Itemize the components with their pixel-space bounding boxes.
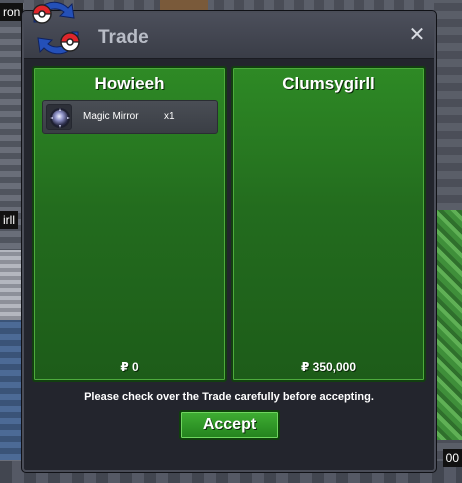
close-button[interactable]: ✕ (408, 25, 426, 45)
trade-notice: Please check over the Trade carefully be… (84, 391, 374, 403)
item-quantity: x1 (164, 111, 175, 122)
partner-player-name: Clumsygirll (282, 74, 375, 93)
item-name: Magic Mirror (83, 111, 139, 122)
partner-money-offer: ₽ 350,000 (300, 360, 357, 374)
trade-arrows-icon (28, 0, 84, 56)
title-bar[interactable]: Trade ✕ (24, 13, 434, 59)
my-offer-panel: Howieeh Magic Mirror x1 ₽ 0 (32, 66, 227, 382)
window-title: Trade (98, 27, 149, 48)
magic-mirror-icon (46, 104, 72, 130)
world-left-water (0, 320, 22, 460)
player-nametag-fragment: ron (0, 3, 24, 21)
my-money-offer: ₽ 0 (120, 360, 139, 374)
world-grass (434, 210, 462, 440)
world-left-sprite (0, 250, 22, 320)
hud-fragment: 00 (442, 449, 462, 467)
partner-offer-panel: Clumsygirll ₽ 350,000 (231, 66, 426, 382)
accept-button[interactable]: Accept (179, 410, 280, 440)
my-player-name: Howieeh (94, 74, 165, 93)
trade-item-slot[interactable]: Magic Mirror x1 (42, 100, 218, 134)
player-nametag-fragment: irll (0, 211, 18, 229)
trade-window: Trade ✕ Howieeh Magic Mirror x1 ₽ 0 Clum… (22, 11, 436, 472)
